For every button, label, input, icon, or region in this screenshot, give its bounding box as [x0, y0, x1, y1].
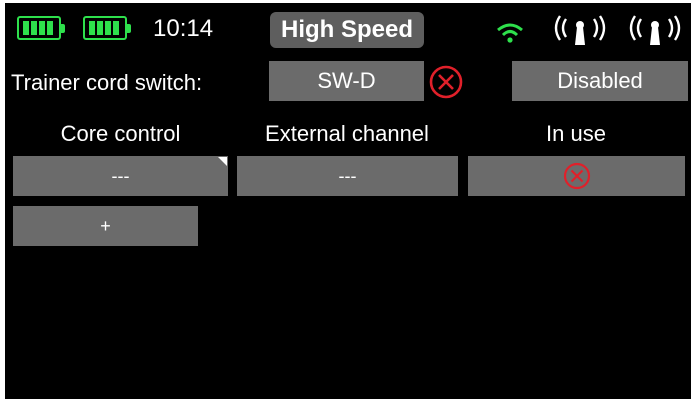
dropdown-corner-icon [218, 157, 227, 166]
trainer-switch-value: SW-D [317, 68, 376, 93]
column-header-in-use: In use [546, 121, 606, 146]
antenna-icon [629, 15, 681, 45]
add-row-label: + [100, 215, 111, 236]
antenna-icon [554, 15, 606, 45]
add-row-button[interactable]: + [13, 206, 198, 246]
external-channel-value: --- [338, 165, 357, 186]
x-circle-icon[interactable] [428, 64, 464, 100]
transmitter-screen: 10:14 High Speed Trainer cord switch: SW… [5, 3, 691, 399]
x-circle-icon [563, 162, 590, 190]
core-control-value: --- [111, 165, 130, 186]
column-header-core-control: Core control [60, 121, 181, 146]
battery-icon [17, 16, 65, 40]
trainer-status-button[interactable]: Disabled [512, 61, 688, 101]
clock-time: 10:14 [153, 15, 214, 42]
wifi-icon [497, 23, 523, 43]
mode-indicator[interactable]: High Speed [270, 12, 424, 48]
trainer-cord-switch-label: Trainer cord switch: [11, 70, 203, 95]
battery-icon [83, 16, 131, 40]
trainer-status: Disabled [557, 68, 643, 93]
core-control-button[interactable]: --- [13, 156, 228, 196]
column-header-external-channel: External channel [265, 121, 429, 146]
in-use-button[interactable] [468, 156, 685, 196]
external-channel-button[interactable]: --- [237, 156, 458, 196]
trainer-switch-button[interactable]: SW-D [269, 61, 424, 101]
